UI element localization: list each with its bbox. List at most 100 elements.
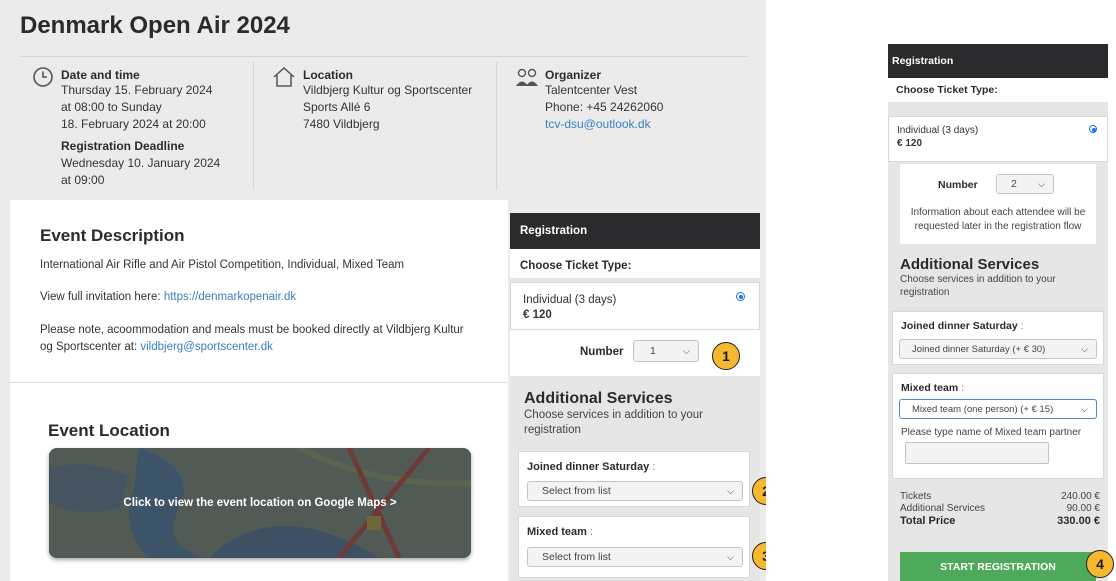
organizer-label: Organizer <box>545 68 602 82</box>
ticket-option-individual[interactable]: Individual (3 days) € 120 <box>888 116 1108 162</box>
description-heading: Event Description <box>40 226 185 245</box>
chevron-down-icon: ⌵ <box>1081 403 1088 414</box>
dinner-select-value: Joined dinner Saturday (+ € 30) <box>912 343 1046 355</box>
partner-label: Please type name of Mixed team partner <box>901 427 1082 438</box>
dinner-label: Joined dinner Saturday : <box>901 320 1024 332</box>
tickets-value: 240.00 € <box>1061 491 1100 502</box>
mixed-label-text: Mixed team <box>901 382 959 394</box>
location-line: Sports Allé 6 <box>303 100 371 114</box>
divider <box>496 62 497 190</box>
additional-services-subtitle: Choose services in addition to your regi… <box>900 274 1056 298</box>
mixed-select-value: Select from list <box>542 551 611 563</box>
main-content: Event Description International Air Rifl… <box>10 200 508 581</box>
ticket-name: Individual (3 days) <box>897 125 979 136</box>
mixed-team-select[interactable]: Select from list ⌵ <box>527 547 743 567</box>
total-value: 330.00 € <box>1057 515 1100 527</box>
invitation-line: View full invitation here: https://denma… <box>40 289 480 306</box>
choose-ticket-label: Choose Ticket Type: <box>888 78 1108 102</box>
chevron-down-icon: ⌵ <box>727 551 734 562</box>
mixed-select-value: Mixed team (one person) (+ € 15) <box>912 403 1054 415</box>
dinner-select[interactable]: Select from list ⌵ <box>527 481 743 501</box>
date-line: Thursday 15. February 2024 <box>61 83 213 97</box>
organizer-info: Organizer Talentcenter Vest Phone: +45 2… <box>514 62 754 190</box>
services-label: Additional Services <box>900 503 986 514</box>
mixed-team-select[interactable]: Mixed team (one person) (+ € 15) ⌵ <box>899 399 1097 419</box>
deadline-line: Wednesday 10. January 2024 <box>61 156 221 170</box>
ticket-name: Individual (3 days) <box>523 294 617 306</box>
registration-panel: Registration Choose Ticket Type: Individ… <box>510 213 760 581</box>
mixed-label: Mixed team : <box>527 526 593 538</box>
label-colon: : <box>589 526 594 538</box>
registration-header: Registration <box>888 44 1108 78</box>
start-registration-button[interactable]: START REGISTRATION <box>900 552 1096 581</box>
date-line: 18. February 2024 at 20:00 <box>61 117 206 131</box>
services-row: Additional Services 90.00 € <box>900 503 1100 515</box>
number-row: Number 2 ⌵ Information about each attend… <box>900 164 1096 244</box>
service-mixed-team: Mixed team : Select from list ⌵ <box>518 516 750 578</box>
additional-services-subtitle: Choose services in addition to your regi… <box>524 409 703 436</box>
organizer-email-link[interactable]: tcv-dsu@outlook.dk <box>545 117 651 131</box>
venue-email-link[interactable]: vildbjerg@sportscenter.dk <box>140 341 273 353</box>
additional-services-header: Additional Services Choose services in a… <box>900 256 1100 299</box>
dinner-select-value: Select from list <box>542 485 611 497</box>
location-info: Location Vildbjerg Kultur og Sportscente… <box>272 62 492 190</box>
divider <box>253 62 254 190</box>
registration-header: Registration <box>510 213 760 249</box>
number-select[interactable]: 2 ⌵ <box>996 174 1054 194</box>
people-icon <box>514 66 540 93</box>
additional-services-header: Additional Services Choose services in a… <box>524 390 754 438</box>
label-colon: : <box>961 382 965 394</box>
location-line: 7480 Vildbjerg <box>303 117 380 131</box>
page-title: Denmark Open Air 2024 <box>20 12 290 39</box>
invitation-link[interactable]: https://denmarkopenair.dk <box>164 291 296 303</box>
location-heading: Event Location <box>48 421 170 440</box>
number-label: Number <box>938 179 978 191</box>
note-prefix: og Sportscenter at: <box>40 341 141 353</box>
note-line: og Sportscenter at: vildbjerg@sportscent… <box>40 339 480 356</box>
chevron-down-icon: ⌵ <box>1081 343 1088 354</box>
organizer-phone: Phone: +45 24262060 <box>545 100 664 114</box>
ticket-radio[interactable] <box>1089 125 1097 133</box>
services-value: 90.00 € <box>1066 503 1100 514</box>
number-select[interactable]: 1 ⌵ <box>633 340 699 362</box>
additional-services-title: Additional Services <box>524 390 673 407</box>
map-thumbnail-button[interactable]: Click to view the event location on Goog… <box>49 448 471 558</box>
total-row: Total Price 330.00 € <box>900 515 1100 527</box>
location-label: Location <box>303 68 353 82</box>
tickets-label: Tickets <box>900 491 932 502</box>
ticket-price: € 120 <box>523 309 552 321</box>
accommodation-note: Please note, acoommodation and meals mus… <box>40 322 480 356</box>
date-label: Date and time <box>61 68 140 82</box>
label-colon: : <box>1020 320 1024 332</box>
deadline-line: at 09:00 <box>61 173 105 187</box>
organizer-line: Talentcenter Vest <box>545 83 638 97</box>
note-line: Please note, acoommodation and meals mus… <box>40 324 464 336</box>
registration-panel-filled: Registration Choose Ticket Type: Individ… <box>888 44 1108 581</box>
dinner-label-text: Joined dinner Saturday <box>527 461 650 473</box>
event-page-screenshot: Denmark Open Air 2024 Date and time Thur… <box>0 0 766 581</box>
step-badge: 4 <box>1086 550 1114 578</box>
chevron-down-icon: ⌵ <box>683 345 690 356</box>
invitation-prefix: View full invitation here: <box>40 291 164 303</box>
total-label: Total Price <box>900 515 956 527</box>
dinner-select[interactable]: Joined dinner Saturday (+ € 30) ⌵ <box>899 339 1097 359</box>
label-colon: : <box>652 461 656 473</box>
mixed-label-text: Mixed team <box>527 526 587 538</box>
tickets-row: Tickets 240.00 € <box>900 491 1100 503</box>
partner-name-input[interactable] <box>905 442 1049 464</box>
date-info: Date and time Thursday 15. February 2024… <box>32 62 252 190</box>
date-line: at 08:00 to Sunday <box>61 100 162 114</box>
number-label: Number <box>580 346 624 358</box>
mixed-label: Mixed team : <box>901 382 964 394</box>
ticket-price: € 120 <box>897 138 923 149</box>
ticket-radio[interactable] <box>736 292 745 301</box>
dinner-label-text: Joined dinner Saturday <box>901 320 1018 332</box>
service-dinner: Joined dinner Saturday : Joined dinner S… <box>892 311 1104 365</box>
divider <box>10 382 508 383</box>
number-value: 1 <box>650 345 656 357</box>
step-badge: 1 <box>712 342 740 370</box>
ticket-option-individual[interactable]: Individual (3 days) € 120 <box>510 282 760 330</box>
map-cta-text: Click to view the event location on Goog… <box>123 497 397 509</box>
dinner-label: Joined dinner Saturday : <box>527 461 655 473</box>
number-value: 2 <box>1011 178 1017 190</box>
